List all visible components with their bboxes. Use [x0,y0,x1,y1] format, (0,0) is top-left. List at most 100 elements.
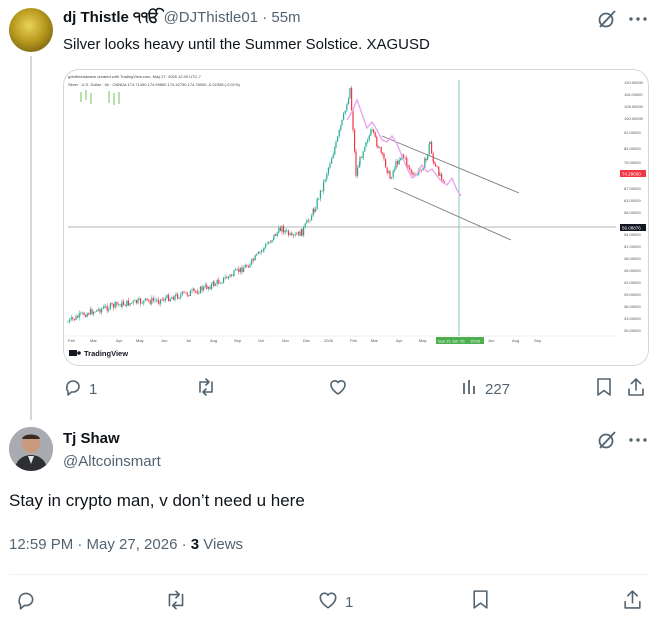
views-button[interactable]: 227 [461,378,510,400]
candle-body [262,250,264,251]
bookmark-button[interactable] [593,377,615,402]
candle-body [101,308,103,313]
candle-body [256,253,258,256]
candle-body [116,302,118,305]
candle-body [273,234,275,239]
like-button[interactable] [328,378,348,400]
x-tick: Oct [258,338,265,343]
y-tick: 48.00000 [624,256,641,261]
post-time[interactable]: 55m [271,9,300,26]
y-tick: 67.00000 [624,186,641,191]
bookmark-icon [596,377,612,402]
candle-body [163,299,165,301]
y-tick: 63.00000 [624,198,641,203]
candle-body [377,146,379,148]
candle-body [174,295,176,300]
candle-body [180,294,182,298]
candle-body [433,161,435,165]
reply-button[interactable]: 1 [63,378,97,400]
candle-body [327,167,329,174]
candle-body [241,267,243,273]
share-button[interactable] [625,377,647,402]
candle-body [261,250,263,253]
avatar-dj-thistle[interactable] [9,8,53,52]
candle-body [244,265,246,269]
candle-body [209,286,211,289]
candle-body [171,297,173,299]
candle-body [215,283,217,286]
date-badge: Sun 21 Jun '26 [438,339,465,344]
x-tick: Jul [186,338,191,343]
avatar-tj-shaw[interactable] [9,427,53,471]
reply-author-handle[interactable]: @Altcoinsmart [63,453,161,470]
x-tick: Sep [234,338,242,343]
candle-body [421,169,423,171]
reply-views-label: Views [203,536,244,553]
chart-image[interactable]: goldthreadwave created with TradingView.… [63,69,649,366]
candle-body [432,153,434,162]
candle-body [323,181,325,192]
candle-body [301,228,303,236]
bookmark-button[interactable] [469,590,491,614]
candle-body [326,173,328,180]
reply-button[interactable] [15,590,37,614]
candle-body [137,299,139,304]
candle-body [152,298,154,301]
author-name[interactable]: dj Thistle ੧ੴ [63,9,159,26]
candle-body [374,132,376,137]
thread-line [30,56,32,420]
candle-body [441,173,443,180]
candle-body [221,282,223,284]
retweet-button[interactable] [195,378,217,400]
candle-body [154,300,156,301]
candle-body [410,169,412,173]
like-icon [328,377,348,401]
candle-body [271,239,273,243]
share-button[interactable] [621,590,643,614]
candle-body [352,110,354,131]
candle-body [275,234,277,236]
reply-timestamp[interactable]: 12:59 PM · May 27, 2026 · [9,536,187,553]
candle-body [131,302,133,304]
candle-body [127,300,129,306]
candle-body [425,158,427,160]
separator-dot: · [262,9,268,26]
candle-body [96,309,98,312]
grok-icon[interactable] [596,429,618,451]
y-tick: 100.00000 [624,116,644,121]
candle-body [371,129,373,131]
x-tick: May [419,338,427,343]
candle-body [395,161,397,169]
candle-body [191,289,193,291]
candle-body [80,312,82,314]
top-left-bars [80,90,120,105]
more-icon[interactable] [627,8,649,30]
candle-body [175,294,177,296]
candle-body [343,113,345,120]
candle-body [91,309,93,315]
candle-body [388,171,390,173]
candle-body [442,179,444,182]
reply-author-name[interactable]: Tj Shaw [63,430,120,447]
retweet-button[interactable] [164,590,188,614]
candle-body [211,283,213,289]
more-icon[interactable] [627,429,649,451]
candle-body [149,300,151,304]
candle-body [203,286,205,291]
candle-body [166,294,168,299]
candle-body [427,154,429,160]
candle-body [383,153,385,159]
y-tick: 30.00000 [624,328,641,333]
author-handle[interactable]: @DJThistle01 [164,9,258,26]
candle-body [394,168,396,171]
share-icon [627,377,645,402]
grok-icon[interactable] [596,8,618,30]
share-icon [623,589,642,615]
like-button[interactable]: 1 [317,590,353,614]
candle-body [346,104,348,108]
candle-body [236,268,238,270]
candle-body [355,151,357,176]
candle-body [85,315,87,317]
candle-body [263,247,265,251]
chart-symbol-line: Silver · U.S. Dollar · 4h · OANDA 174.71… [68,82,241,87]
